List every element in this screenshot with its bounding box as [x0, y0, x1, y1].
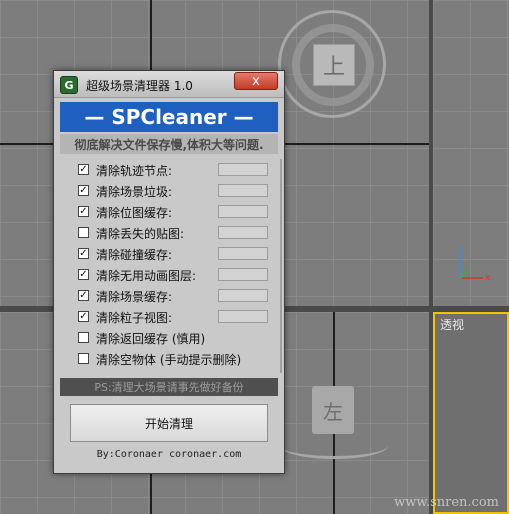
- option-row[interactable]: ✓ 清除碰撞缓存:: [66, 245, 276, 263]
- viewport-divider-vertical[interactable]: [429, 0, 433, 514]
- banner-subtitle: 彻底解决文件保存慢,体积大等问题.: [60, 134, 278, 154]
- banner-title: — SPCleaner —: [60, 102, 278, 132]
- option-row[interactable]: ✓ 清除粒子视图:: [66, 308, 276, 326]
- option-status-field: [218, 310, 268, 323]
- option-status-field: [218, 163, 268, 176]
- option-row[interactable]: ✓ 清除场景垃圾:: [66, 182, 276, 200]
- option-row[interactable]: ✓ 清除位图缓存:: [66, 203, 276, 221]
- option-row[interactable]: ✓ 清除无用动画图层:: [66, 266, 276, 284]
- axis-x-label: x: [485, 273, 491, 283]
- option-checkbox[interactable]: ✓: [78, 248, 89, 259]
- option-status-field: [218, 184, 268, 197]
- option-label: 清除空物体 (手动提示删除): [96, 353, 242, 367]
- option-label: 清除粒子视图:: [96, 311, 173, 325]
- viewcube-ring-bottom: [280, 432, 388, 459]
- option-checkbox[interactable]: ✓: [78, 206, 89, 217]
- option-checkbox[interactable]: ✓: [78, 185, 89, 196]
- spcleaner-dialog: G 超级场景清理器 1.0 x — SPCleaner — 彻底解决文件保存慢,…: [53, 70, 285, 474]
- viewcube-top-face[interactable]: 上: [313, 44, 355, 86]
- option-label: 清除返回缓存 (慎用): [96, 332, 206, 346]
- option-checkbox[interactable]: [78, 227, 89, 238]
- option-label: 清除轨迹节点:: [96, 164, 173, 178]
- option-status-field: [218, 268, 268, 281]
- option-row[interactable]: ✓ 清除轨迹节点:: [66, 161, 276, 179]
- author-footer: By:Coronaer coronaer.com: [96, 449, 242, 460]
- option-status-field: [218, 226, 268, 239]
- option-checkbox[interactable]: ✓: [78, 290, 89, 301]
- app-icon: G: [60, 76, 78, 94]
- option-label: 清除场景垃圾:: [96, 185, 173, 199]
- option-row[interactable]: ✓ 清除场景缓存:: [66, 287, 276, 305]
- axis-gizmo-icon: z x: [459, 246, 491, 283]
- start-clean-button[interactable]: 开始清理: [70, 404, 268, 442]
- option-checkbox[interactable]: ✓: [78, 269, 89, 280]
- option-label: 清除场景缓存:: [96, 290, 173, 304]
- option-label: 清除无用动画图层:: [96, 269, 197, 283]
- option-label: 清除位图缓存:: [96, 206, 173, 220]
- option-label: 清除丢失的贴图:: [96, 227, 185, 241]
- option-row[interactable]: 清除返回缓存 (慎用): [66, 329, 276, 347]
- option-row[interactable]: 清除空物体 (手动提示删除): [66, 350, 276, 368]
- option-label: 清除碰撞缓存:: [96, 248, 173, 262]
- viewcube-left-face[interactable]: 左: [312, 386, 354, 434]
- close-button[interactable]: x: [234, 72, 278, 90]
- watermark: www.snren.com: [394, 495, 499, 510]
- option-row[interactable]: 清除丢失的贴图:: [66, 224, 276, 242]
- dialog-title: 超级场景清理器 1.0: [86, 79, 193, 93]
- option-status-field: [218, 205, 268, 218]
- axis-z-label: z: [459, 246, 464, 256]
- viewport-perspective[interactable]: [433, 312, 509, 514]
- option-status-field: [218, 247, 268, 260]
- option-checkbox[interactable]: ✓: [78, 164, 89, 175]
- scrollbar[interactable]: [280, 159, 282, 373]
- dialog-titlebar[interactable]: G 超级场景清理器 1.0 x: [54, 71, 284, 98]
- backup-note: PS:清理大场景请事先做好备份: [60, 378, 278, 396]
- option-checkbox[interactable]: [78, 332, 89, 343]
- option-status-field: [218, 289, 268, 302]
- option-checkbox[interactable]: ✓: [78, 311, 89, 322]
- perspective-viewport-label[interactable]: 透视: [440, 316, 464, 333]
- option-checkbox[interactable]: [78, 353, 89, 364]
